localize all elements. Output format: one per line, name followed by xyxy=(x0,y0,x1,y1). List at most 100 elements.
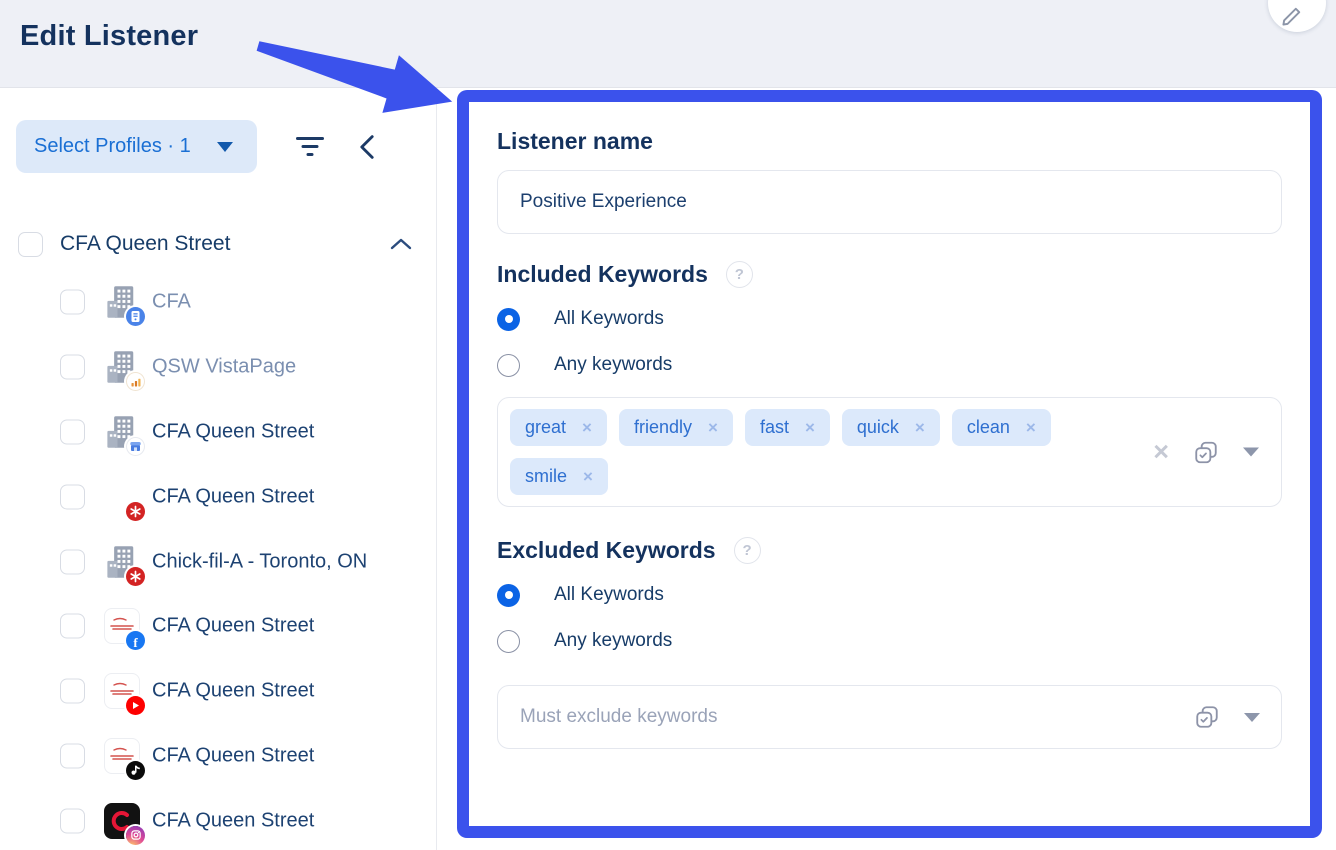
group-label: CFA Queen Street xyxy=(60,232,390,256)
remove-keyword-icon[interactable]: × xyxy=(582,419,592,436)
profile-group-row[interactable]: CFA Queen Street xyxy=(18,228,418,260)
profile-row[interactable]: CFA Queen Street xyxy=(0,400,436,465)
profile-row[interactable]: CFA Queen Street xyxy=(0,788,436,850)
page-header: Edit Listener xyxy=(0,0,1336,88)
included-keywords-title: Included Keywords xyxy=(497,261,708,288)
remove-keyword-icon[interactable]: × xyxy=(915,419,925,436)
chevron-down-icon xyxy=(217,142,233,152)
collapse-sidebar-button[interactable] xyxy=(357,134,377,160)
chevron-down-icon[interactable] xyxy=(1244,713,1260,722)
group-checkbox[interactable] xyxy=(18,232,43,257)
profile-label: CFA xyxy=(152,291,191,314)
profile-checkbox[interactable] xyxy=(60,549,85,574)
instagram-badge-icon xyxy=(126,826,145,845)
google-business-badge-icon xyxy=(126,437,145,456)
profile-label: Chick-fil-A - Toronto, ON xyxy=(152,550,367,573)
listing-badge-icon xyxy=(126,307,145,326)
yelp-badge-icon xyxy=(126,502,145,521)
profile-list: CFA QSW VistaPage CFA Queen Street CFA Q… xyxy=(0,270,436,850)
brand-logo-avatar xyxy=(104,803,140,839)
profile-checkbox[interactable] xyxy=(60,419,85,444)
brand-logo-avatar xyxy=(104,673,140,709)
profile-checkbox[interactable] xyxy=(60,808,85,833)
listener-name-label: Listener name xyxy=(497,128,1282,155)
excluded-any-keywords-option[interactable]: Any keywords xyxy=(497,627,1282,655)
building-avatar xyxy=(104,414,140,450)
profile-checkbox[interactable] xyxy=(60,679,85,704)
keyword-tag-label: smile xyxy=(525,466,567,487)
radio-selected-icon[interactable] xyxy=(497,584,520,607)
brand-logo-avatar xyxy=(104,738,140,774)
profile-checkbox[interactable] xyxy=(60,743,85,768)
excluded-keywords-input[interactable] xyxy=(497,685,1282,749)
profile-row[interactable]: Chick-fil-A - Toronto, ON xyxy=(0,529,436,594)
keyword-tag[interactable]: fast × xyxy=(745,409,830,446)
profile-row[interactable]: CFA Queen Street xyxy=(0,659,436,724)
profile-row[interactable]: f CFA Queen Street xyxy=(0,594,436,659)
radio-unselected-icon[interactable] xyxy=(497,630,520,653)
brand-logo-avatar: f xyxy=(104,608,140,644)
keyword-tag[interactable]: quick × xyxy=(842,409,940,446)
building-avatar xyxy=(104,349,140,385)
profile-label: CFA Queen Street xyxy=(152,744,314,767)
keyword-tag[interactable]: great × xyxy=(510,409,607,446)
keyword-tag-label: clean xyxy=(967,417,1010,438)
profile-label: CFA Queen Street xyxy=(152,680,314,703)
remove-keyword-icon[interactable]: × xyxy=(708,419,718,436)
profile-checkbox[interactable] xyxy=(60,290,85,315)
photo-avatar xyxy=(104,479,140,515)
select-profiles-label: Select Profiles · 1 xyxy=(34,135,191,158)
keyword-tag[interactable]: clean × xyxy=(952,409,1051,446)
keyword-tag-label: great xyxy=(525,417,566,438)
building-avatar xyxy=(104,284,140,320)
included-all-keywords-option[interactable]: All Keywords xyxy=(497,305,1282,333)
pencil-icon xyxy=(1280,6,1302,28)
copy-keywords-icon[interactable] xyxy=(1193,439,1219,465)
help-icon[interactable]: ? xyxy=(726,261,753,288)
keyword-tag-label: fast xyxy=(760,417,789,438)
select-profiles-dropdown[interactable]: Select Profiles · 1 xyxy=(16,120,257,173)
building-avatar xyxy=(104,544,140,580)
listener-settings-panel: Listener name Included Keywords ? All Ke… xyxy=(457,90,1322,838)
remove-keyword-icon[interactable]: × xyxy=(583,468,593,485)
help-icon[interactable]: ? xyxy=(734,537,761,564)
profile-row[interactable]: QSW VistaPage xyxy=(0,335,436,400)
profile-label: CFA Queen Street xyxy=(152,420,314,443)
profiles-sidebar: Select Profiles · 1 CFA Queen Street xyxy=(0,89,437,850)
facebook-badge-icon: f xyxy=(126,631,145,650)
youtube-badge-icon xyxy=(126,696,145,715)
remove-keyword-icon[interactable]: × xyxy=(1026,419,1036,436)
copy-keywords-icon[interactable] xyxy=(1194,704,1220,730)
profile-label: QSW VistaPage xyxy=(152,356,296,379)
keyword-tag[interactable]: friendly × xyxy=(619,409,733,446)
included-keywords-input[interactable]: great ×friendly ×fast ×quick ×clean ×smi… xyxy=(497,397,1282,507)
profile-label: CFA Queen Street xyxy=(152,809,314,832)
page-title: Edit Listener xyxy=(20,20,198,53)
radio-unselected-icon[interactable] xyxy=(497,354,520,377)
excluded-all-keywords-option[interactable]: All Keywords xyxy=(497,581,1282,609)
yelp-badge-icon xyxy=(126,567,145,586)
profile-checkbox[interactable] xyxy=(60,484,85,509)
listener-name-input[interactable] xyxy=(497,170,1282,234)
profile-row[interactable]: CFA xyxy=(0,270,436,335)
analytics-badge-icon xyxy=(126,372,145,391)
profile-row[interactable]: CFA Queen Street xyxy=(0,464,436,529)
keyword-tag[interactable]: smile × xyxy=(510,458,608,495)
keyword-tag-label: friendly xyxy=(634,417,692,438)
chevron-left-icon xyxy=(357,134,377,160)
remove-keyword-icon[interactable]: × xyxy=(805,419,815,436)
radio-selected-icon[interactable] xyxy=(497,308,520,331)
filter-button[interactable] xyxy=(293,132,327,162)
profile-row[interactable]: CFA Queen Street xyxy=(0,724,436,789)
profile-checkbox[interactable] xyxy=(60,355,85,380)
tiktok-badge-icon xyxy=(126,761,145,780)
included-any-keywords-option[interactable]: Any keywords xyxy=(497,351,1282,379)
profile-label: CFA Queen Street xyxy=(152,485,314,508)
profile-label: CFA Queen Street xyxy=(152,615,314,638)
clear-keywords-icon[interactable]: × xyxy=(1153,439,1169,466)
chevron-down-icon[interactable] xyxy=(1243,448,1259,457)
profile-checkbox[interactable] xyxy=(60,614,85,639)
edit-listener-screen: Edit Listener Select Profiles · 1 CFA Qu… xyxy=(0,0,1336,850)
chevron-up-icon xyxy=(390,237,412,251)
collapse-group-button[interactable] xyxy=(390,237,412,251)
